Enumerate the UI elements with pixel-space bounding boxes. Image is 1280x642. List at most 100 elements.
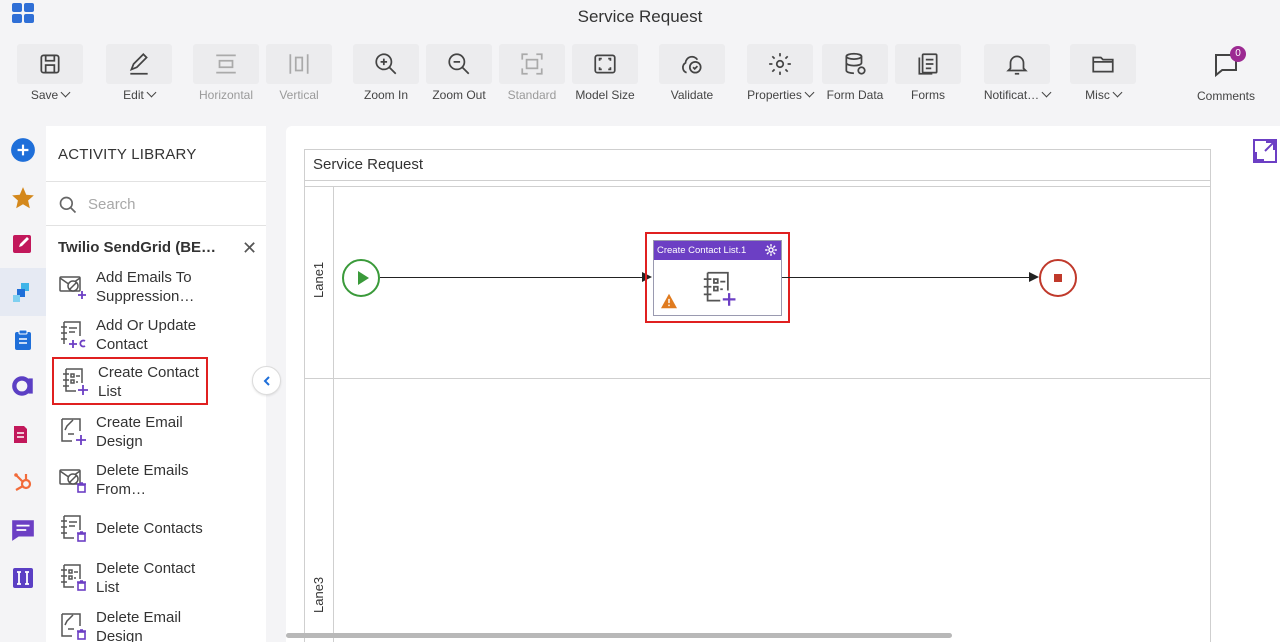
vertical-label: Vertical (279, 88, 319, 102)
left-rail (0, 126, 46, 642)
model-size-icon (594, 54, 616, 74)
chevron-down-icon (804, 87, 815, 98)
edit-button[interactable]: Edit (106, 44, 172, 102)
activity-item-add-or-update-contact[interactable]: Add Or Update Contact (52, 312, 208, 360)
chevron-down-icon (146, 87, 157, 98)
activity-item-label: Delete Contact List (96, 560, 196, 596)
warning-icon (661, 293, 677, 309)
clipboard-icon[interactable] (9, 326, 37, 354)
lane-separator (305, 378, 1210, 379)
analytics-icon[interactable] (9, 372, 37, 400)
vertical-layout-icon (289, 54, 309, 74)
sequence-flow[interactable] (380, 277, 643, 278)
form-data-label: Form Data (826, 88, 884, 102)
title-bar: Service Request (0, 0, 1280, 34)
horizontal-scrollbar[interactable] (286, 633, 952, 638)
contact-add-icon (61, 321, 86, 348)
expand-icon[interactable] (1252, 138, 1278, 164)
lane-header-divider (333, 186, 334, 642)
activity-item-create-email-design[interactable]: Create Email Design (52, 409, 208, 457)
library-title: ACTIVITY LIBRARY (58, 146, 197, 163)
pool[interactable]: Service Request Lane1 Lane3 (304, 149, 1211, 642)
zoom-in-button[interactable]: Zoom In (353, 44, 419, 102)
vertical-button[interactable]: Vertical (266, 44, 332, 102)
notifications-button[interactable]: Notificat… (982, 44, 1052, 102)
form-data-button[interactable]: Form Data (822, 44, 888, 102)
comments-count-badge: 0 (1230, 46, 1246, 62)
start-event[interactable] (342, 259, 380, 297)
database-icon (845, 52, 866, 75)
zoom-in-icon (375, 53, 397, 75)
zoom-out-button[interactable]: Zoom Out (426, 44, 492, 102)
misc-button[interactable]: Misc (1070, 44, 1136, 102)
activity-item-label: Add Or Update Contact (96, 317, 197, 353)
document-icon[interactable] (9, 420, 37, 448)
save-icon (40, 54, 60, 74)
activity-create-contact-list[interactable]: Create Contact List.1 (653, 240, 782, 316)
activity-item-label: Delete Email Design (96, 609, 182, 642)
activity-library-panel: ACTIVITY LIBRARY Search Twilio SendGrid … (46, 126, 266, 642)
edit-form-icon[interactable] (9, 230, 37, 258)
save-label: Save (30, 88, 59, 102)
activity-item-delete-contact-list[interactable]: Delete Contact List (52, 555, 208, 603)
divider (46, 225, 266, 226)
page-title: Service Request (577, 7, 703, 26)
tools-icon[interactable] (9, 564, 37, 592)
model-size-label: Model Size (575, 88, 635, 102)
properties-button[interactable]: Properties (746, 44, 815, 102)
bell-icon (1006, 55, 1028, 75)
activity-item-label: Delete Emails From… (96, 462, 189, 498)
forms-label: Forms (911, 88, 945, 102)
zoom-in-label: Zoom In (363, 88, 408, 102)
toolbar: Save Edit Horizontal Vertical Zoom In Zo… (0, 34, 1280, 106)
activity-group-title: Twilio SendGrid (BE… (58, 239, 217, 256)
horizontal-label: Horizontal (198, 88, 254, 102)
activity-item-delete-emails-from[interactable]: Delete Emails From… (52, 457, 208, 505)
contact-list-add-icon (63, 368, 88, 395)
activity-item-label: Create Contact List (98, 364, 199, 400)
gear-icon[interactable] (764, 243, 778, 257)
edit-label: Edit (123, 88, 144, 102)
validate-icon (682, 55, 702, 74)
search-input[interactable]: Search (88, 196, 136, 213)
hubspot-icon[interactable] (9, 468, 37, 496)
email-design-add-icon (61, 418, 86, 445)
message-icon[interactable] (9, 516, 37, 544)
comments-button[interactable]: 0 Comments (1190, 44, 1262, 103)
contact-list-add-icon (703, 271, 736, 306)
standard-label: Standard (507, 88, 557, 102)
activity-item-delete-email-design[interactable]: Delete Email Design (52, 604, 208, 642)
lane-label-lane3: Lane3 (311, 576, 326, 613)
forms-icon (918, 53, 938, 75)
collapse-panel-button[interactable] (252, 366, 281, 395)
activity-title: Create Contact List.1 (654, 241, 781, 260)
lane-label-lane1: Lane1 (311, 261, 326, 298)
standard-size-icon (521, 53, 543, 75)
close-icon[interactable]: ✕ (242, 239, 257, 257)
add-icon[interactable] (9, 136, 37, 164)
save-button[interactable]: Save (17, 44, 83, 102)
forms-button[interactable]: Forms (895, 44, 961, 102)
zoom-out-icon (448, 53, 470, 75)
chevron-left-icon (263, 375, 270, 386)
comments-label: Comments (1196, 89, 1255, 103)
contact-list-delete-icon (61, 564, 86, 591)
suppression-delete-icon (59, 469, 86, 493)
horizontal-layout-icon (216, 54, 236, 74)
divider (46, 181, 266, 182)
model-size-button[interactable]: Model Size (572, 44, 638, 102)
chevron-down-icon (1112, 87, 1123, 98)
activity-item-create-contact-list[interactable]: Create Contact List (52, 357, 208, 405)
validate-button[interactable]: Validate (659, 44, 725, 102)
horizontal-button[interactable]: Horizontal (193, 44, 259, 102)
divider (305, 180, 1210, 181)
activity-item-add-emails-to-suppression[interactable]: Add Emails To Suppression… (52, 264, 208, 312)
integration-icon[interactable] (9, 278, 37, 306)
standard-button[interactable]: Standard (499, 44, 565, 102)
pool-title: Service Request (313, 156, 424, 173)
activity-item-delete-contacts[interactable]: Delete Contacts (52, 506, 208, 554)
sequence-flow[interactable] (782, 277, 1030, 278)
star-icon[interactable] (9, 184, 37, 212)
end-event[interactable] (1039, 259, 1077, 297)
arrow-head (1029, 272, 1039, 282)
